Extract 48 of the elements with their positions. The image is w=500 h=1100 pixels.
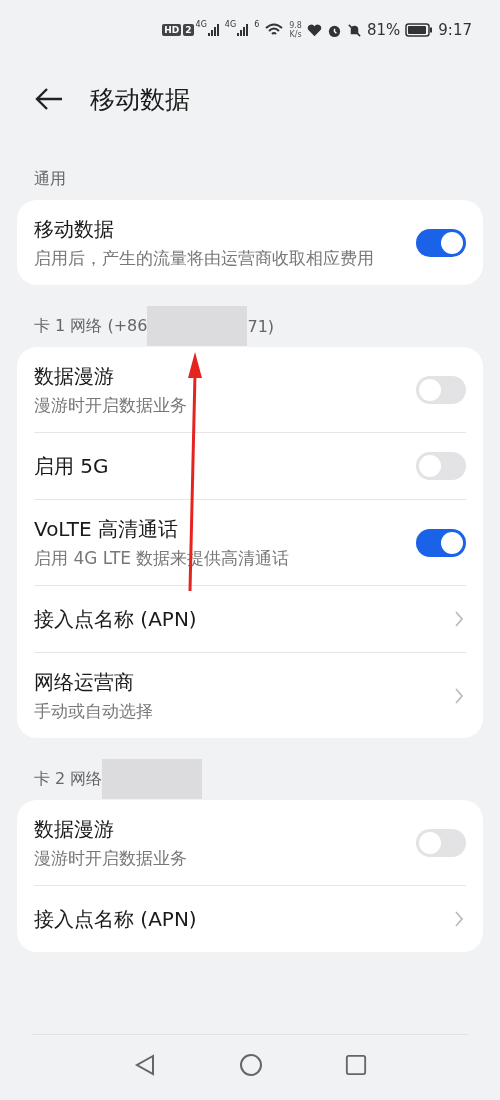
row-subtitle: 手动或自动选择 — [34, 700, 154, 723]
signal-icon — [207, 23, 220, 37]
row-title: 移动数据 — [34, 216, 115, 243]
heart-icon — [306, 22, 322, 38]
row-subtitle: 漫游时开启数据业务 — [34, 847, 188, 870]
row-title: 接入点名称 (APN) — [34, 606, 198, 633]
toggle-switch[interactable] — [416, 452, 466, 480]
network-speed: 9.8 K/s — [289, 21, 302, 39]
settings-row[interactable]: 启用 5G — [34, 432, 466, 499]
back-nav-icon[interactable] — [133, 1053, 157, 1077]
battery-percent: 81% — [366, 21, 401, 39]
chevron-right-icon — [454, 610, 464, 628]
signal-icon — [237, 23, 250, 37]
chevron-right-icon — [454, 910, 464, 928]
row-subtitle: 启用后，产生的流量将由运营商收取相应费用 — [34, 247, 375, 270]
chevron-right-icon — [454, 686, 464, 705]
network-type: 4G — [195, 20, 207, 29]
page-title: 移动数据 — [90, 83, 190, 116]
settings-row[interactable]: 接入点名称 (APN) — [34, 885, 466, 952]
settings-row[interactable]: 移动数据 启用后，产生的流量将由运营商收取相应费用 — [34, 200, 466, 285]
row-title: 数据漫游 — [34, 816, 115, 843]
section-label: 71) — [247, 316, 275, 336]
sim-badge: 2 — [183, 24, 194, 36]
settings-row[interactable]: 接入点名称 (APN) — [34, 585, 466, 652]
home-nav-icon[interactable] — [239, 1053, 263, 1077]
row-subtitle: 漫游时开启数据业务 — [34, 394, 188, 417]
row-title: 数据漫游 — [34, 363, 115, 390]
toggle-switch[interactable] — [416, 228, 466, 257]
network-type: 4G — [224, 20, 237, 29]
wifi-standard: 6 — [254, 20, 260, 29]
clock-time: 9:17 — [438, 21, 472, 39]
toggle-switch[interactable] — [416, 528, 466, 557]
row-title: VoLTE 高清通话 — [34, 516, 179, 543]
settings-row[interactable]: 数据漫游 漫游时开启数据业务 — [34, 347, 466, 432]
settings-row[interactable]: 数据漫游 漫游时开启数据业务 — [34, 800, 466, 885]
back-button[interactable] — [34, 87, 64, 111]
toggle-switch[interactable] — [416, 375, 466, 404]
section-label: 通用 — [34, 168, 66, 190]
row-title: 网络运营商 — [34, 669, 135, 696]
toggle-switch[interactable] — [416, 828, 466, 857]
recents-nav-icon[interactable] — [345, 1054, 367, 1076]
row-title: 启用 5G — [34, 453, 110, 480]
hd-voice-badge: HD — [162, 24, 182, 36]
battery-icon — [405, 23, 434, 37]
settings-row[interactable]: 网络运营商 手动或自动选择 — [34, 652, 466, 738]
section-label: 卡 2 网络 — [34, 768, 103, 790]
row-title: 接入点名称 (APN) — [34, 906, 198, 933]
section-label: 卡 1 网络 (+86 — [34, 315, 148, 337]
